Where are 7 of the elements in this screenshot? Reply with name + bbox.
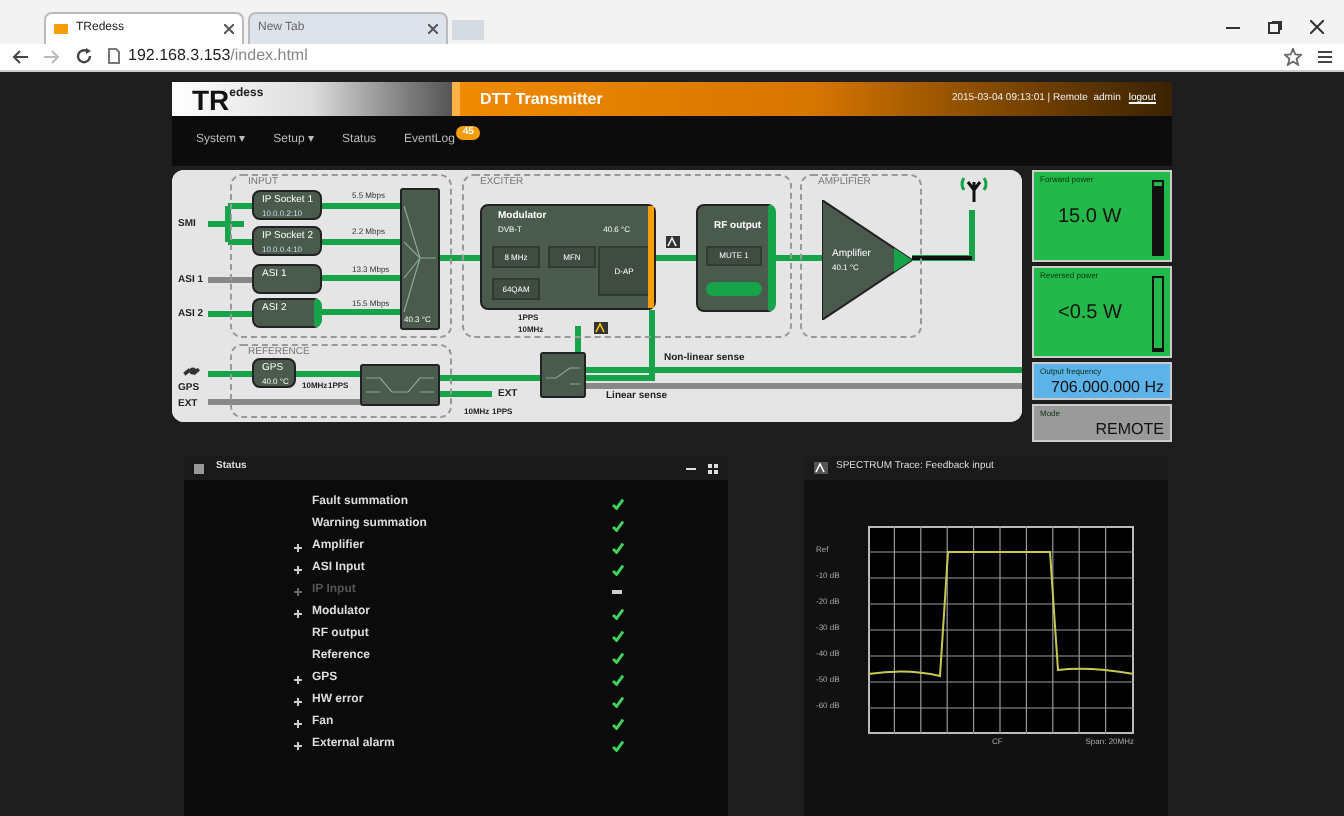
url-field[interactable]: 192.168.3.153/index.html xyxy=(108,43,1268,70)
widget-value: REMOTE xyxy=(1095,422,1164,438)
widget-value: 706.000.000 Hz xyxy=(1051,380,1164,396)
app-title: DTT Transmitter xyxy=(480,87,605,111)
logo-mark: TR xyxy=(192,85,230,113)
widget-value: <0.5 W xyxy=(1058,304,1122,324)
widget-value: 15.0 W xyxy=(1058,208,1122,228)
